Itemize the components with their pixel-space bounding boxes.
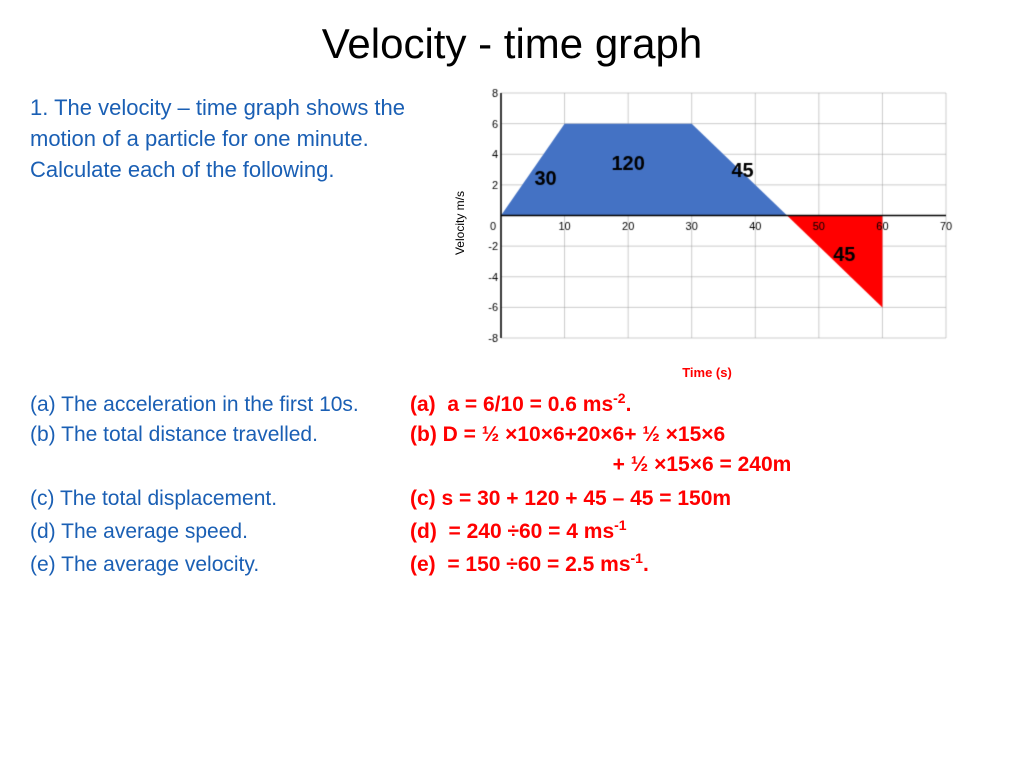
question-a: (a) The acceleration in the first 10s. (30, 393, 410, 417)
graph-wrapper: Velocity m/s (453, 83, 961, 363)
qa-row-d: (d) The average speed. (d) = 240 ÷60 = 4… (30, 517, 994, 544)
answer-d: (d) = 240 ÷60 = 4 ms-1 (410, 517, 994, 544)
x-axis-label: Time (s) (682, 365, 732, 380)
description: 1. The velocity – time graph shows the m… (30, 83, 410, 185)
qa-row-b: (b) The total distance travelled. (b) D … (30, 423, 994, 447)
answer-c: (c) s = 30 + 120 + 45 – 45 = 150m (410, 487, 994, 511)
y-axis-label: Velocity m/s (453, 191, 467, 255)
answer-b-line2: + ½ ×15×6 = 240m (410, 453, 994, 477)
graph-area (471, 83, 961, 363)
qa-row-e: (e) The average velocity. (e) = 150 ÷60 … (30, 550, 994, 577)
answer-b: (b) D = ½ ×10×6+20×6+ ½ ×15×6 (410, 423, 994, 447)
page: Velocity - time graph 1. The velocity – … (0, 0, 1024, 768)
answer-e: (e) = 150 ÷60 = 2.5 ms-1. (410, 550, 994, 577)
question-b: (b) The total distance travelled. (30, 423, 410, 447)
page-title: Velocity - time graph (30, 20, 994, 68)
qa-section: (a) The acceleration in the first 10s. (… (30, 390, 994, 577)
question-c: (c) The total displacement. (30, 487, 410, 511)
question-d: (d) The average speed. (30, 520, 410, 544)
qa-row-c: (c) The total displacement. (c) s = 30 +… (30, 487, 994, 511)
answer-a: (a) a = 6/10 = 0.6 ms-2. (410, 390, 994, 417)
qa-row-a: (a) The acceleration in the first 10s. (… (30, 390, 994, 417)
top-section: 1. The velocity – time graph shows the m… (30, 83, 994, 380)
question-e: (e) The average velocity. (30, 553, 410, 577)
graph-container: Velocity m/s Time (s) (420, 83, 994, 380)
